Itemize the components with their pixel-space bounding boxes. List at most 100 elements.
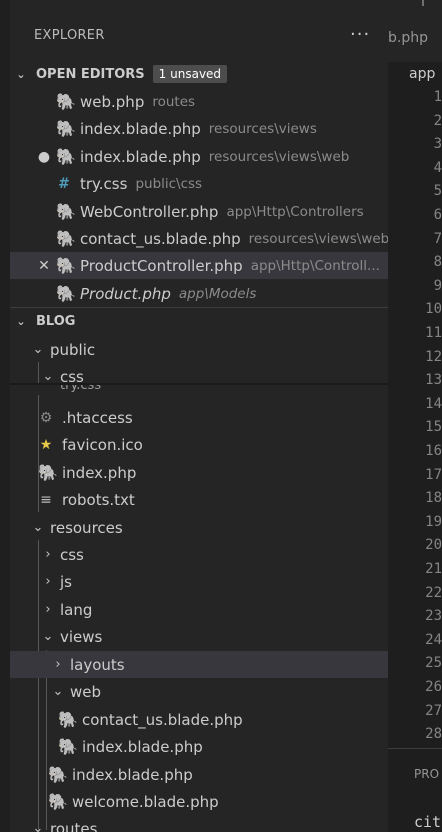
css-icon: # <box>58 175 70 192</box>
line-number: 24 <box>425 631 442 648</box>
line-number: 18 <box>425 490 442 507</box>
file-name: ProductController.php <box>80 256 243 275</box>
tree-file-try-css[interactable]: try.css <box>10 383 388 395</box>
chevron-right-icon: › <box>45 574 51 589</box>
line-number: 15 <box>425 419 442 436</box>
file-path: app\Http\Controllers <box>226 203 364 220</box>
php-icon: 🐘 <box>58 736 78 756</box>
line-number: 11 <box>425 325 442 341</box>
file-name: index.blade.php <box>82 737 203 756</box>
tab-file[interactable]: b.php <box>388 30 428 46</box>
php-icon: 🐘 <box>58 709 78 729</box>
file-name: WebController.php <box>80 202 219 221</box>
tree-file-favicon[interactable]: ★ favicon.ico <box>10 431 388 458</box>
line-number: 16 <box>425 443 442 459</box>
php-icon: 🐘 <box>38 462 58 482</box>
breadcrumb[interactable]: app <box>409 66 435 82</box>
tree-folder-js[interactable]: › js <box>10 568 388 595</box>
unsaved-dot-icon[interactable]: ● <box>32 149 56 165</box>
tree-file-htaccess[interactable]: ⚙ .htaccess <box>10 404 388 431</box>
open-editor-item[interactable]: 🐘 index.blade.php resources\views <box>10 115 388 142</box>
chevron-down-icon: ⌄ <box>42 629 54 644</box>
line-number: 19 <box>425 513 442 530</box>
open-editors-title: OPEN EDITORS <box>36 66 145 82</box>
tree-folder-layouts[interactable]: › layouts <box>10 651 388 678</box>
unsaved-badge: 1 unsaved <box>152 65 228 83</box>
open-editor-item[interactable]: ● 🐘 index.blade.php resources\views\web <box>10 143 388 170</box>
file-name: Product.php <box>80 284 171 303</box>
tree-file-contact-us[interactable]: 🐘 contact_us.blade.php <box>10 706 388 733</box>
file-name: index.blade.php <box>80 119 201 138</box>
line-number: 3 <box>433 136 442 153</box>
tree-folder-resources[interactable]: ⌄ resources <box>10 514 388 541</box>
blog-title: BLOG <box>36 313 76 329</box>
folder-name: views <box>60 627 103 646</box>
line-number: 10 <box>425 301 442 318</box>
line-number: 12 <box>425 348 442 365</box>
php-icon: 🐘 <box>48 764 68 784</box>
tree-folder-web[interactable]: ⌄ web <box>10 678 388 705</box>
close-icon[interactable]: ✕ <box>32 258 56 274</box>
line-number: 25 <box>425 655 442 672</box>
open-editor-item[interactable]: 🐘 WebController.php app\Http\Controllers <box>10 198 388 225</box>
open-editor-item[interactable]: 🐘 contact_us.blade.php resources\views\w… <box>10 225 388 252</box>
file-name: index.blade.php <box>72 765 193 784</box>
file-name: index.blade.php <box>80 147 201 166</box>
folder-name: routes <box>50 819 98 832</box>
chevron-down-icon: ⌄ <box>52 684 64 699</box>
explorer-title: EXPLORER <box>34 28 105 43</box>
file-name: try.css <box>60 383 102 393</box>
line-number: 4 <box>433 159 442 176</box>
line-number: 20 <box>425 537 442 554</box>
editor-tab-bar: b.php <box>388 0 442 62</box>
blog-header[interactable]: ⌄ BLOG <box>10 308 388 334</box>
line-number: 26 <box>425 679 442 695</box>
php-icon: 🐘 <box>56 201 76 221</box>
chevron-down-icon: ⌄ <box>32 342 44 357</box>
panel-tab-problems[interactable]: PRO <box>414 767 439 781</box>
file-path: resources\views <box>208 120 317 137</box>
gear-icon: ⚙ <box>39 409 53 426</box>
file-name: welcome.blade.php <box>72 792 219 811</box>
line-number: 2 <box>433 112 442 129</box>
file-path: app\Models <box>178 285 257 302</box>
file-name: .htaccess <box>62 408 133 427</box>
tree-file-index-php[interactable]: 🐘 index.php <box>10 459 388 486</box>
open-editor-item[interactable]: 🐘 Product.php app\Models <box>10 280 388 307</box>
tree-folder-public[interactable]: ⌄ public <box>10 336 388 363</box>
php-icon: 🐘 <box>56 255 76 275</box>
open-editor-item-selected[interactable]: ✕ 🐘 ProductController.php app\Http\Contr… <box>10 252 388 279</box>
php-icon: 🐘 <box>56 91 76 111</box>
folder-name: css <box>60 545 84 564</box>
line-number: 28 <box>425 726 442 743</box>
activity-edge <box>0 0 10 832</box>
line-number: 23 <box>425 608 442 625</box>
php-icon: 🐘 <box>56 228 76 248</box>
tree-file-robots[interactable]: ≡ robots.txt <box>10 486 388 513</box>
folder-name: web <box>70 682 102 701</box>
tree-folder-css[interactable]: › css <box>10 541 388 568</box>
tree-folder-lang[interactable]: › lang <box>10 596 388 623</box>
file-name: contact_us.blade.php <box>82 710 243 729</box>
tree-file-index-blade-web[interactable]: 🐘 index.blade.php <box>10 733 388 760</box>
php-icon: 🐘 <box>56 146 76 166</box>
line-number: 6 <box>433 207 442 223</box>
tree-file-welcome[interactable]: 🐘 welcome.blade.php <box>10 788 388 815</box>
tree-folder-routes[interactable]: ⌄ routes <box>10 815 388 832</box>
open-editor-item[interactable]: # try.css public\css <box>10 170 388 197</box>
open-editor-item[interactable]: 🐘 web.php routes <box>10 88 388 115</box>
text-lines-icon: ≡ <box>40 491 52 508</box>
php-icon: 🐘 <box>48 791 68 811</box>
line-number: 21 <box>425 561 442 577</box>
panel-text: cit <box>414 813 442 831</box>
file-path: resources\views\web <box>248 230 388 247</box>
tree-folder-views[interactable]: ⌄ views <box>10 623 388 650</box>
open-editors-header[interactable]: ⌄ OPEN EDITORS 1 unsaved <box>10 61 388 87</box>
explorer-sidebar: EXPLORER ··· ⌄ OPEN EDITORS 1 unsaved 🐘 … <box>0 0 388 832</box>
file-name: index.php <box>62 463 137 482</box>
folder-name: layouts <box>70 655 125 674</box>
tree-file-index-blade[interactable]: 🐘 index.blade.php <box>10 761 388 788</box>
line-number: 1 <box>433 89 442 105</box>
scrollbar-marker <box>422 0 424 6</box>
more-actions-icon[interactable]: ··· <box>350 24 370 45</box>
